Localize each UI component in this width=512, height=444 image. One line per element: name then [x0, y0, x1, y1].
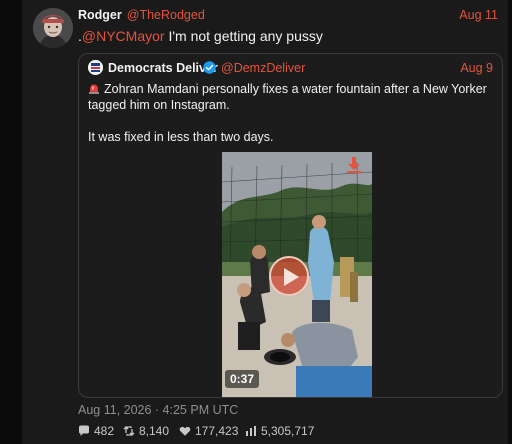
right-rail: [508, 0, 512, 444]
bar-chart-icon: [246, 426, 256, 436]
likes-count: 177,423: [195, 424, 239, 438]
quoted-text-line2: It was fixed in less than two days.: [88, 130, 274, 144]
reposts-stat[interactable]: 8,140: [123, 424, 169, 438]
left-rail: [0, 0, 22, 444]
avatar-image: [33, 8, 73, 48]
speech-bubble-icon: [79, 425, 89, 436]
quoted-post-header: Democrats Deliver @DemzDeliver Aug 9: [88, 60, 493, 76]
mention-link[interactable]: @NYCMayor: [82, 28, 165, 44]
author-name[interactable]: Rodger: [78, 8, 122, 22]
post-date[interactable]: Aug 11: [459, 8, 498, 22]
download-arrow-icon[interactable]: [346, 156, 362, 174]
author-handle[interactable]: @TheRodged: [127, 8, 205, 22]
play-button[interactable]: [269, 256, 309, 296]
views-stat[interactable]: 5,305,717: [245, 424, 314, 438]
quoted-post[interactable]: Democrats Deliver @DemzDeliver Aug 9 Zoh…: [78, 53, 503, 398]
post-timestamp[interactable]: Aug 11, 2026 · 4:25 PM UTC: [78, 403, 238, 417]
reposts-count: 8,140: [139, 424, 170, 438]
video-duration: 0:37: [225, 370, 260, 388]
author-avatar[interactable]: [33, 8, 73, 48]
quoted-line1-text: Zohran Mamdani personally fixes a water …: [88, 82, 487, 112]
replies-stat[interactable]: 482: [78, 424, 114, 438]
heart-icon: [179, 426, 191, 436]
repost-arrows-icon: [123, 426, 135, 436]
siren-emoji-icon: [88, 82, 100, 94]
quoted-author-handle[interactable]: @DemzDeliver: [221, 61, 305, 75]
views-count: 5,305,717: [261, 424, 315, 438]
post-header: Rodger @TheRodged Aug 11: [78, 8, 498, 24]
play-icon: [284, 268, 299, 286]
video-player[interactable]: 0:37: [222, 152, 372, 397]
quoted-author-avatar[interactable]: [88, 60, 103, 75]
post-text-rest: I'm not getting any pussy: [164, 28, 323, 44]
quoted-text-line1: Zohran Mamdani personally fixes a water …: [88, 81, 496, 113]
verified-badge-icon: [203, 61, 216, 74]
likes-stat[interactable]: 177,423: [179, 424, 238, 438]
quoted-post-text: Zohran Mamdani personally fixes a water …: [88, 81, 496, 145]
quoted-post-date[interactable]: Aug 9: [460, 61, 493, 75]
post-card: Rodger @TheRodged Aug 11 .@NYCMayor I'm n…: [22, 0, 508, 444]
replies-count: 482: [94, 424, 115, 438]
post-text: .@NYCMayor I'm not getting any pussy: [78, 28, 323, 44]
quoted-author-name[interactable]: Democrats Deliver: [108, 61, 218, 75]
